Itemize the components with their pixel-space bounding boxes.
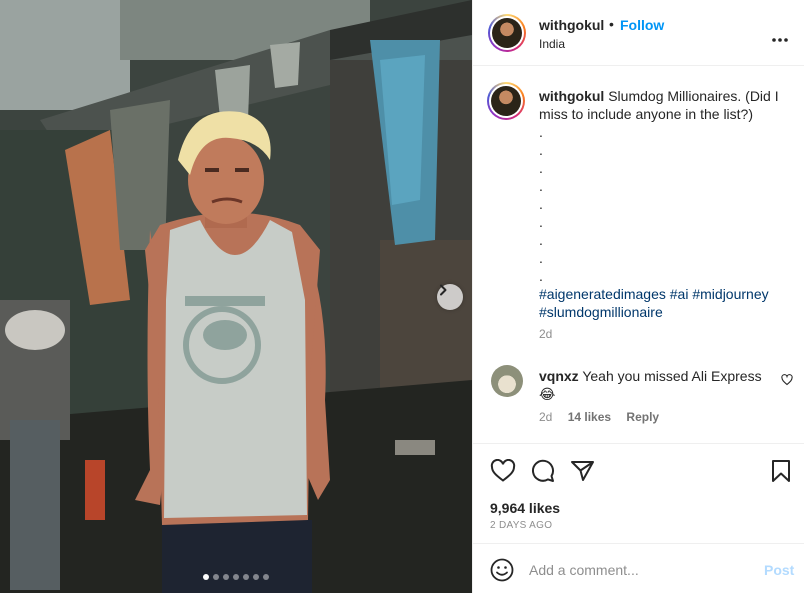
likes-count[interactable]: 9,964 likes	[490, 500, 560, 516]
caption-dot: .	[539, 268, 543, 284]
comment-emoji: 😂	[539, 386, 556, 402]
hashtag-link[interactable]: #aigeneratedimages	[539, 286, 666, 302]
carousel-dot	[213, 574, 219, 580]
commenter-username[interactable]: vqnxz	[539, 368, 579, 384]
caption-dot: .	[539, 196, 543, 212]
share-button[interactable]	[570, 459, 596, 488]
author-username[interactable]: withgokul	[539, 17, 604, 33]
emoji-button[interactable]	[490, 558, 514, 587]
hashtag-link[interactable]: #slumdogmillionaire	[539, 304, 663, 320]
carousel-dot	[233, 574, 239, 580]
carousel-dot	[223, 574, 229, 580]
caption-author-avatar[interactable]	[487, 82, 525, 120]
caption-dot: .	[539, 142, 543, 158]
caption-dot: .	[539, 232, 543, 248]
commenter-avatar[interactable]	[491, 365, 523, 397]
post-side-panel: withgokul • Follow India withgokul Slumd…	[472, 0, 804, 593]
more-options-button[interactable]	[771, 30, 789, 48]
heart-icon	[781, 374, 793, 386]
caption-username[interactable]: withgokul	[539, 88, 604, 104]
carousel-dot	[203, 574, 209, 580]
post-caption: withgokul Slumdog Millionaires. (Did I m…	[539, 87, 789, 321]
author-avatar[interactable]	[488, 14, 526, 52]
comment-button[interactable]	[530, 459, 556, 488]
reply-button[interactable]: Reply	[626, 410, 659, 424]
post-comment-button[interactable]: Post	[764, 562, 794, 578]
bookmark-icon	[772, 460, 790, 482]
caption-dot: .	[539, 250, 543, 266]
caption-dot: .	[539, 160, 543, 176]
comment-timestamp[interactable]: 2d	[539, 410, 552, 424]
follow-button[interactable]: Follow	[620, 17, 664, 33]
post-header: withgokul • Follow India	[473, 0, 804, 66]
comment-text: Yeah you missed Ali Express	[582, 368, 762, 384]
more-options-icon	[772, 38, 788, 42]
post-image[interactable]	[0, 0, 472, 593]
carousel-indicator	[0, 574, 472, 580]
comment-likes[interactable]: 14 likes	[568, 410, 611, 424]
hashtag-link[interactable]: #ai	[670, 286, 689, 302]
comment-input[interactable]	[529, 559, 749, 581]
caption-dot: .	[539, 124, 543, 140]
post-photo-illustration	[0, 0, 472, 593]
separator-dot: •	[609, 16, 614, 32]
caption-dot: .	[539, 214, 543, 230]
next-slide-button[interactable]	[437, 284, 463, 310]
save-button[interactable]	[770, 459, 792, 488]
comment-meta: 2d 14 likes Reply	[539, 410, 659, 424]
hashtag-link[interactable]: #midjourney	[692, 286, 768, 302]
caption-timestamp[interactable]: 2d	[539, 327, 552, 341]
carousel-dot	[243, 574, 249, 580]
heart-icon	[490, 458, 516, 482]
carousel-dot	[263, 574, 269, 580]
comment-like-button[interactable]	[781, 373, 793, 391]
hashtag-list: #aigeneratedimages #ai #midjourney #slum…	[539, 285, 789, 321]
comment-body: vqnxz Yeah you missed Ali Express 😂	[539, 367, 769, 403]
post-location[interactable]: India	[539, 37, 565, 51]
post-timestamp[interactable]: 2 DAYS AGO	[490, 520, 552, 531]
share-icon	[571, 461, 594, 481]
like-button[interactable]	[490, 458, 516, 488]
emoji-icon	[490, 558, 514, 582]
chevron-right-icon	[440, 284, 447, 296]
comment-icon	[532, 459, 554, 482]
carousel-dot	[253, 574, 259, 580]
add-comment-bar: Post	[473, 543, 804, 593]
caption-dot: .	[539, 178, 543, 194]
